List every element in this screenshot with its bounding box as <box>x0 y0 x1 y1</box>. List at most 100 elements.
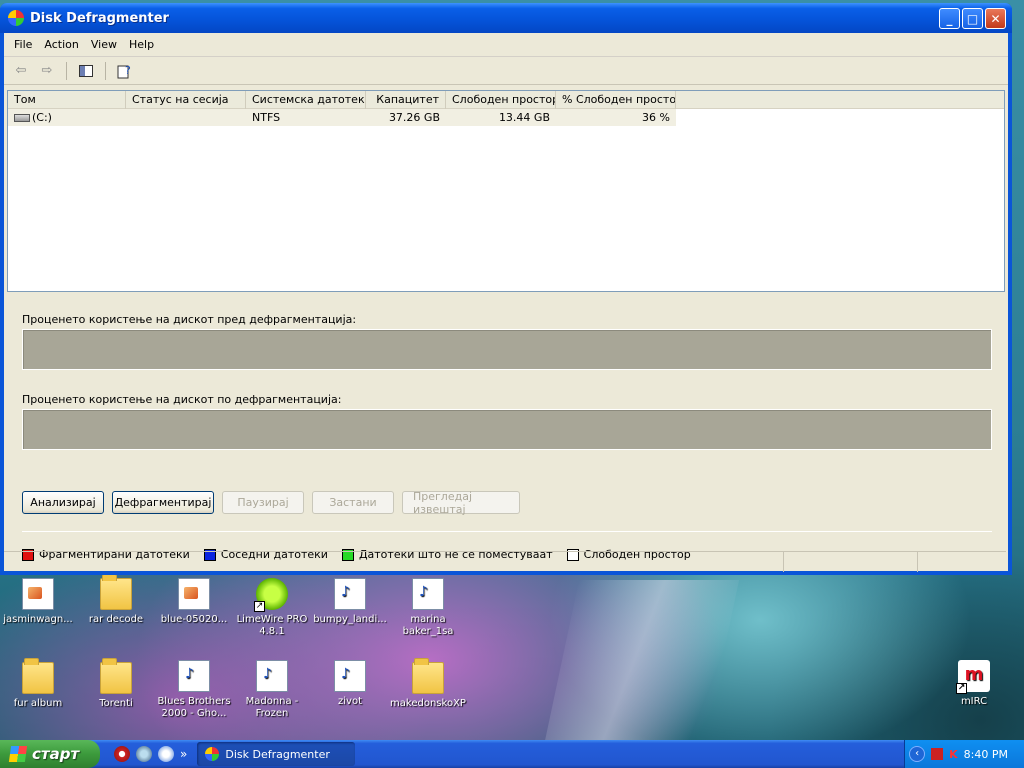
wallpaper-highlight <box>540 580 740 760</box>
quick-launch: » <box>114 746 187 762</box>
column-header-volume[interactable]: Том <box>8 91 126 109</box>
close-button[interactable]: ✕ <box>985 8 1006 29</box>
image-file-icon <box>22 578 54 610</box>
after-defrag-display <box>22 409 992 450</box>
shortcut-arrow-icon: ↗ <box>254 601 265 612</box>
analyze-button[interactable]: Анализирај <box>22 491 104 514</box>
desktop-icon-label: jasminwagn... <box>3 614 73 625</box>
status-bar <box>4 551 1006 572</box>
status-pane-main <box>4 552 784 572</box>
help-icon[interactable]: ? <box>114 60 136 82</box>
desktop-icon-limewire[interactable]: ↗ LimeWire PRO 4.8.1 <box>234 578 310 638</box>
folder-icon <box>412 658 444 694</box>
desktop-icon-mirc[interactable]: m ↗ mIRC <box>936 660 1012 708</box>
desktop-icon-label: zivot <box>338 696 362 707</box>
cell-volume: (C:) <box>8 111 126 124</box>
media-file-icon <box>178 660 210 692</box>
media-file-icon <box>412 578 444 610</box>
desktop-icon-torenti[interactable]: Torenti <box>78 658 154 710</box>
window-title: Disk Defragmenter <box>30 10 169 26</box>
column-header-percent-free[interactable]: % Слободен простор <box>556 91 676 109</box>
window-client-area: File Action View Help ⇦ ⇨ ? Том Статус н… <box>4 33 1008 572</box>
system-tray: ‹ K 8:40 PM <box>904 740 1024 768</box>
status-pane-2 <box>784 552 918 572</box>
desktop-icon-blues-brothers[interactable]: Blues Brothers 2000 - Gho... <box>156 660 232 720</box>
menu-view[interactable]: View <box>85 38 123 51</box>
taskbar-item-label: Disk Defragmenter <box>225 747 330 761</box>
pause-button[interactable]: Паузирај <box>222 491 304 514</box>
folder-icon <box>100 658 132 694</box>
windows-logo-icon <box>8 746 28 762</box>
toolbar-separator <box>105 61 106 80</box>
ie-icon[interactable] <box>136 746 152 762</box>
panel-divider <box>22 531 992 532</box>
minimize-button[interactable]: _ <box>939 8 960 29</box>
desktop-icon-zivot[interactable]: zivot <box>312 660 388 708</box>
title-bar[interactable]: Disk Defragmenter _ □ ✕ <box>0 3 1012 33</box>
mirc-icon: m ↗ <box>956 660 990 694</box>
disk-defragmenter-window: Disk Defragmenter _ □ ✕ File Action View… <box>0 3 1012 575</box>
desktop-icon-madonna-frozen[interactable]: Madonna - Frozen <box>234 660 310 720</box>
folder-icon <box>100 574 132 610</box>
cell-percent-free: 36 % <box>642 111 670 124</box>
folder-icon <box>22 658 54 694</box>
shortcut-arrow-icon: ↗ <box>956 683 967 694</box>
taskbar: старт » Disk Defragmenter ‹ K 8:40 PM <box>0 740 1024 768</box>
desktop-icon-label: Torenti <box>99 698 133 709</box>
defragmenter-icon <box>8 10 24 26</box>
status-pane-3 <box>918 552 1004 572</box>
stop-button[interactable]: Застани <box>312 491 394 514</box>
console-tree-icon[interactable] <box>75 60 97 82</box>
desktop-icon-bumpy-landi[interactable]: bumpy_landi... <box>312 578 388 626</box>
desktop-icon-label: marina baker_1sa <box>402 614 454 637</box>
media-player-icon[interactable] <box>158 746 174 762</box>
column-header-file-system[interactable]: Системска датотека <box>246 91 366 109</box>
column-header-session-status[interactable]: Статус на сесија <box>126 91 246 109</box>
cell-free-space: 13.44 GB <box>498 111 550 124</box>
desktop-icon-jasminwagn[interactable]: jasminwagn... <box>0 578 76 626</box>
menu-action[interactable]: Action <box>38 38 84 51</box>
desktop-icon-fur-album[interactable]: fur album <box>0 658 76 710</box>
desktop-icon-marina-baker[interactable]: marina baker_1sa <box>390 578 466 638</box>
desktop-icon-blue-05020[interactable]: blue-05020... <box>156 578 232 626</box>
volume-list: Том Статус на сесија Системска датотека … <box>7 90 1005 292</box>
desktop-icon-label: Blues Brothers 2000 - Gho... <box>157 696 231 719</box>
table-row[interactable]: (C:) NTFS 37.26 GB 13.44 GB 36 % <box>8 109 676 126</box>
desktop-icon-label: LimeWire PRO 4.8.1 <box>236 614 308 637</box>
tray-expand-icon[interactable]: ‹ <box>909 746 926 762</box>
desktop-icon-label: rar decode <box>88 614 144 625</box>
menu-help[interactable]: Help <box>123 38 160 51</box>
column-header-capacity[interactable]: Капацитет <box>366 91 446 109</box>
volume-name: (C:) <box>32 111 52 124</box>
desktop-icon-rar-decode[interactable]: rar decode <box>78 574 154 626</box>
media-file-icon <box>334 578 366 610</box>
menu-bar: File Action View Help <box>4 33 1008 57</box>
start-button[interactable]: старт <box>0 740 100 768</box>
before-defrag-label: Проценето користење на дискот пред дефра… <box>22 313 357 326</box>
desktop-icon-label: makedonskoXP <box>390 698 466 709</box>
tray-app-icon[interactable] <box>931 748 944 760</box>
defragment-button[interactable]: Дефрагментирај <box>112 491 214 514</box>
maximize-button[interactable]: □ <box>962 8 983 29</box>
clock[interactable]: 8:40 PM <box>964 748 1008 761</box>
forward-arrow-icon[interactable]: ⇨ <box>36 60 58 82</box>
toolbar-separator <box>66 61 67 80</box>
desktop-icon-label: Madonna - Frozen <box>245 696 299 719</box>
desktop-icon-label: mIRC <box>960 696 988 707</box>
menu-file[interactable]: File <box>8 38 38 51</box>
desktop-icon-makedonskoxp[interactable]: makedonskoXP <box>390 658 466 710</box>
quick-launch-more-icon[interactable]: » <box>180 747 187 761</box>
back-arrow-icon[interactable]: ⇦ <box>10 60 32 82</box>
image-file-icon <box>178 578 210 610</box>
defragmenter-icon <box>205 747 220 761</box>
taskbar-item-disk-defragmenter[interactable]: Disk Defragmenter <box>197 742 356 766</box>
svg-text:?: ? <box>125 64 131 77</box>
opera-icon[interactable] <box>114 746 130 762</box>
view-report-button[interactable]: Прегледај извештај <box>402 490 520 516</box>
action-buttons: Анализирај Дефрагментирај Паузирај Заста… <box>22 490 520 516</box>
tray-k-icon[interactable]: K <box>949 748 958 761</box>
desktop-icon-label: blue-05020... <box>160 614 228 625</box>
start-label: старт <box>32 745 80 763</box>
toolbar: ⇦ ⇨ ? <box>4 57 1008 85</box>
column-header-free-space[interactable]: Слободен простор <box>446 91 556 109</box>
